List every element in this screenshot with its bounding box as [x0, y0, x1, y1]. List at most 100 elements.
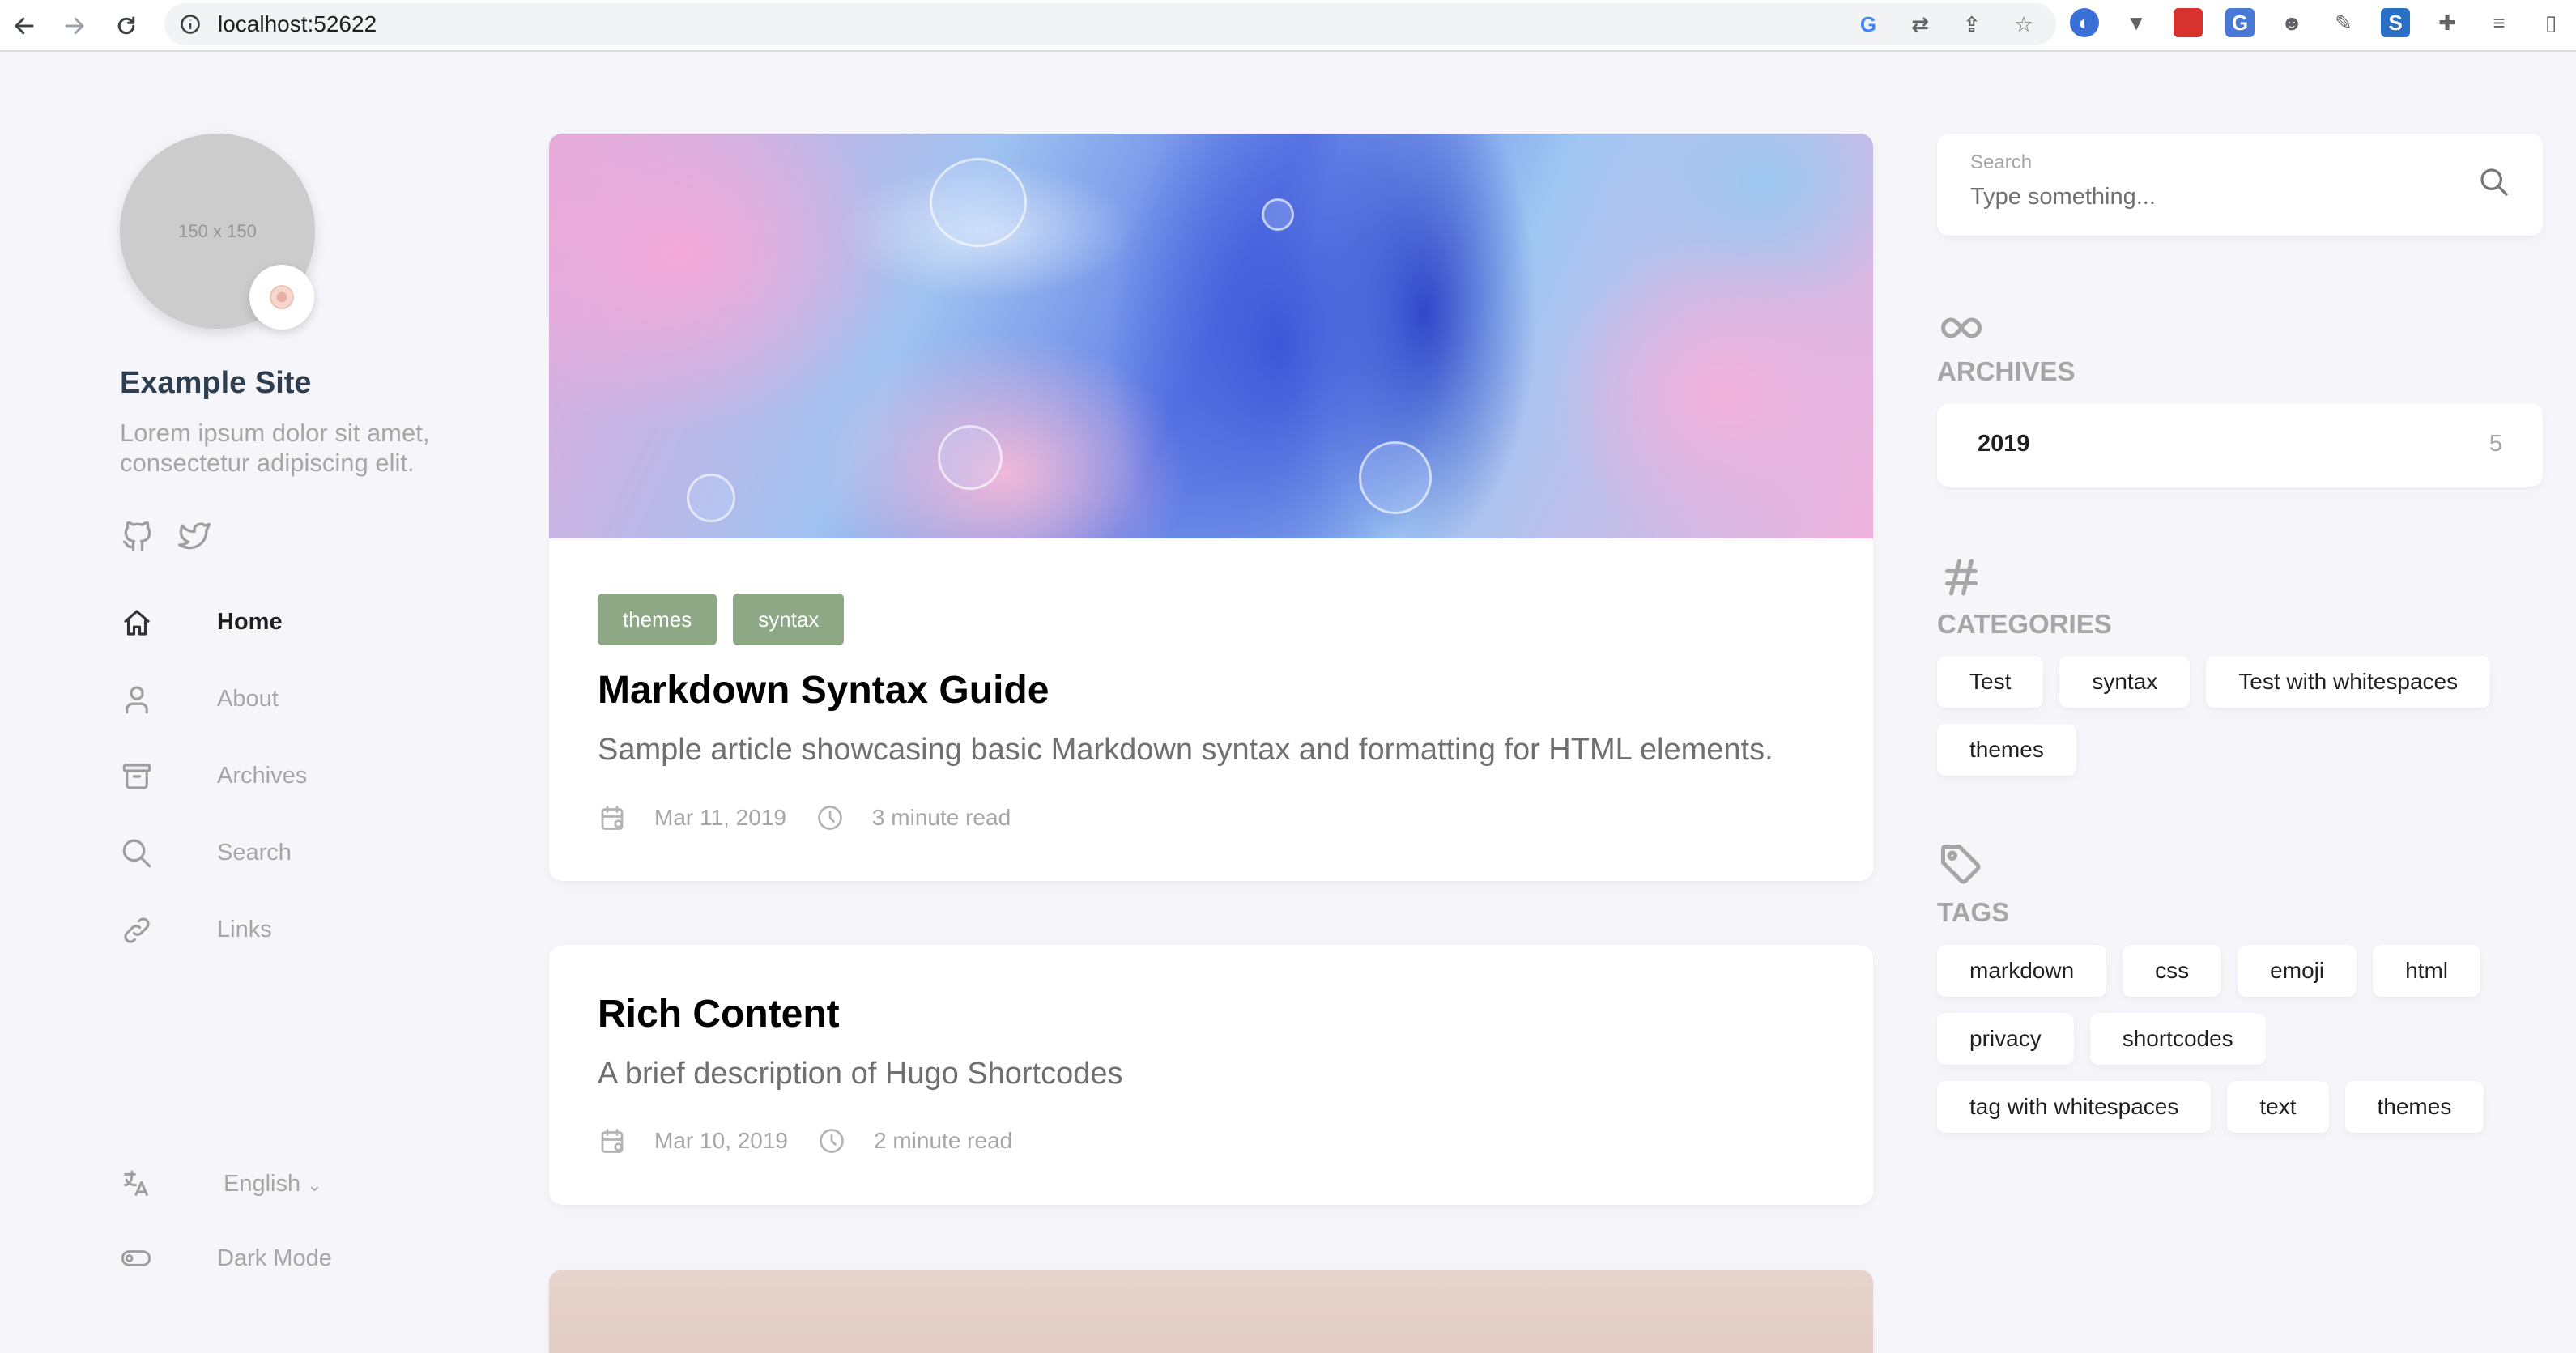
post-description: Sample article showcasing basic Markdown…	[598, 733, 1773, 767]
infinity-icon	[1937, 304, 1986, 352]
post-meta: Mar 11, 2019 3 minute read	[598, 802, 1040, 834]
tags-list: markdown css emoji html privacy shortcod…	[1937, 945, 2553, 1133]
categories-title: CATEGORIES	[1937, 609, 2112, 639]
bookmark-star-icon[interactable]: ☆	[2009, 10, 2038, 39]
tag-chip[interactable]: shortcodes	[2089, 1013, 2266, 1065]
menu-item-about[interactable]: About	[120, 676, 363, 725]
site-info-icon[interactable]	[179, 13, 202, 36]
user-icon	[120, 683, 154, 717]
tag-chip[interactable]: emoji	[2238, 945, 2357, 997]
sidepanel-icon[interactable]: ▯	[2536, 8, 2565, 37]
translate-icon[interactable]: ⇄	[1905, 10, 1935, 39]
link-icon	[120, 913, 154, 947]
toggle-icon	[120, 1242, 152, 1274]
google-icon[interactable]: G	[1854, 10, 1883, 39]
search-icon[interactable]	[2478, 166, 2510, 198]
site-description: Lorem ipsum dolor sit amet, consectetur …	[120, 419, 430, 477]
tag-chip[interactable]: css	[2123, 945, 2222, 997]
menu-item-links[interactable]: Links	[120, 907, 363, 955]
post-tag[interactable]: syntax	[733, 594, 845, 645]
search-input[interactable]	[1970, 181, 2440, 213]
extension-7-icon[interactable]: S	[2381, 8, 2410, 37]
social-links	[120, 518, 212, 554]
hashtag-icon	[1937, 553, 1986, 602]
post-card[interactable]: Rich Content A brief description of Hugo…	[549, 945, 1873, 1205]
post-tags: themes syntax	[598, 594, 845, 645]
extension-5-icon[interactable]: ☻	[2277, 8, 2306, 37]
calendar-icon	[598, 803, 627, 832]
post-title[interactable]: Markdown Syntax Guide	[598, 668, 1049, 713]
menu-item-home[interactable]: Home	[120, 599, 363, 648]
dark-mode-toggle[interactable]: Dark Mode	[120, 1240, 363, 1281]
extension-2-icon[interactable]: ▼	[2122, 8, 2151, 37]
post-card-partial[interactable]	[549, 1270, 1873, 1353]
extension-6-icon[interactable]: ✎	[2329, 8, 2358, 37]
site-title[interactable]: Example Site	[120, 366, 312, 401]
puzzle-icon[interactable]: ✚	[2433, 8, 2462, 37]
share-icon[interactable]: ⇪	[1957, 10, 1986, 39]
browser-toolbar: localhost:52622 G ⇄ ⇪ ☆ ◐ ▼ G ☻ ✎ S ✚ ≡ …	[0, 0, 2576, 52]
tag-chip[interactable]: text	[2227, 1081, 2329, 1133]
archive-year: 2019	[1978, 431, 2030, 457]
menu-label-home: Home	[217, 609, 283, 635]
menu-label-about: About	[217, 686, 279, 712]
media-icon[interactable]: ≡	[2484, 8, 2514, 37]
category-chip[interactable]: Test with whitespaces	[2206, 656, 2491, 708]
forward-icon[interactable]	[55, 6, 94, 45]
post-tag[interactable]: themes	[598, 594, 717, 645]
tags-title: TAGS	[1937, 897, 2010, 927]
post-description: A brief description of Hugo Shortcodes	[598, 1057, 1123, 1091]
avatar-placeholder-text: 150 x 150	[178, 220, 257, 241]
post-hero-image[interactable]	[549, 134, 1873, 538]
twitter-icon[interactable]	[177, 518, 212, 554]
reload-icon[interactable]	[107, 6, 146, 45]
clock-icon	[815, 803, 845, 832]
tag-chip[interactable]: themes	[2344, 1081, 2484, 1133]
search-label: Search	[1970, 151, 2033, 173]
archive-count: 5	[2489, 431, 2502, 457]
tag-icon	[1937, 840, 1986, 889]
post-meta: Mar 10, 2019 2 minute read	[598, 1125, 1041, 1157]
category-chip[interactable]: syntax	[2059, 656, 2191, 708]
tag-chip[interactable]: privacy	[1937, 1013, 2074, 1065]
extension-3-icon[interactable]	[2174, 8, 2203, 37]
tag-chip[interactable]: html	[2373, 945, 2480, 997]
archive-year-item[interactable]: 2019 5	[1937, 403, 2543, 487]
language-select[interactable]: English ⌄	[224, 1171, 322, 1198]
tag-chip[interactable]: tag with whitespaces	[1937, 1081, 2212, 1133]
post-title[interactable]: Rich Content	[598, 992, 840, 1036]
category-chip[interactable]: themes	[1937, 724, 2076, 776]
categories-list: Test syntax Test with whitespaces themes	[1937, 656, 2553, 776]
post-date: Mar 11, 2019	[654, 805, 786, 830]
extension-1-icon[interactable]: ◐	[2070, 8, 2099, 37]
menu-item-archives[interactable]: Archives	[120, 753, 363, 802]
back-icon[interactable]	[5, 6, 44, 45]
menu-label-links: Links	[217, 917, 272, 942]
post-read-time: 2 minute read	[874, 1128, 1013, 1153]
post-card[interactable]: themes syntax Markdown Syntax Guide Samp…	[549, 134, 1873, 881]
extensions-bar: ◐ ▼ G ☻ ✎ S ✚ ≡ ▯	[2070, 8, 2565, 40]
home-icon	[120, 606, 154, 640]
tag-chip[interactable]: markdown	[1937, 945, 2107, 997]
extension-4-icon[interactable]: G	[2225, 8, 2255, 37]
language-icon	[120, 1168, 152, 1200]
search-widget: Search	[1937, 134, 2543, 236]
menu-label-archives: Archives	[217, 763, 308, 789]
address-bar[interactable]: localhost:52622 G ⇄ ⇪ ☆	[164, 3, 2056, 45]
search-icon	[120, 836, 154, 870]
calendar-icon	[598, 1126, 627, 1155]
archive-icon	[120, 759, 154, 794]
category-chip[interactable]: Test	[1937, 656, 2044, 708]
language-switcher[interactable]: English ⌄	[120, 1166, 363, 1206]
dark-mode-label: Dark Mode	[217, 1245, 332, 1271]
clock-icon	[817, 1126, 846, 1155]
language-value: English	[224, 1171, 301, 1197]
avatar-emoji-badge	[249, 265, 314, 330]
github-icon[interactable]	[120, 518, 155, 554]
menu-label-search: Search	[217, 840, 292, 866]
chevron-down-icon: ⌄	[307, 1175, 322, 1195]
menu-item-search[interactable]: Search	[120, 830, 363, 879]
post-date: Mar 10, 2019	[654, 1128, 788, 1153]
archives-title: ARCHIVES	[1937, 356, 2076, 386]
url-text[interactable]: localhost:52622	[218, 11, 377, 37]
